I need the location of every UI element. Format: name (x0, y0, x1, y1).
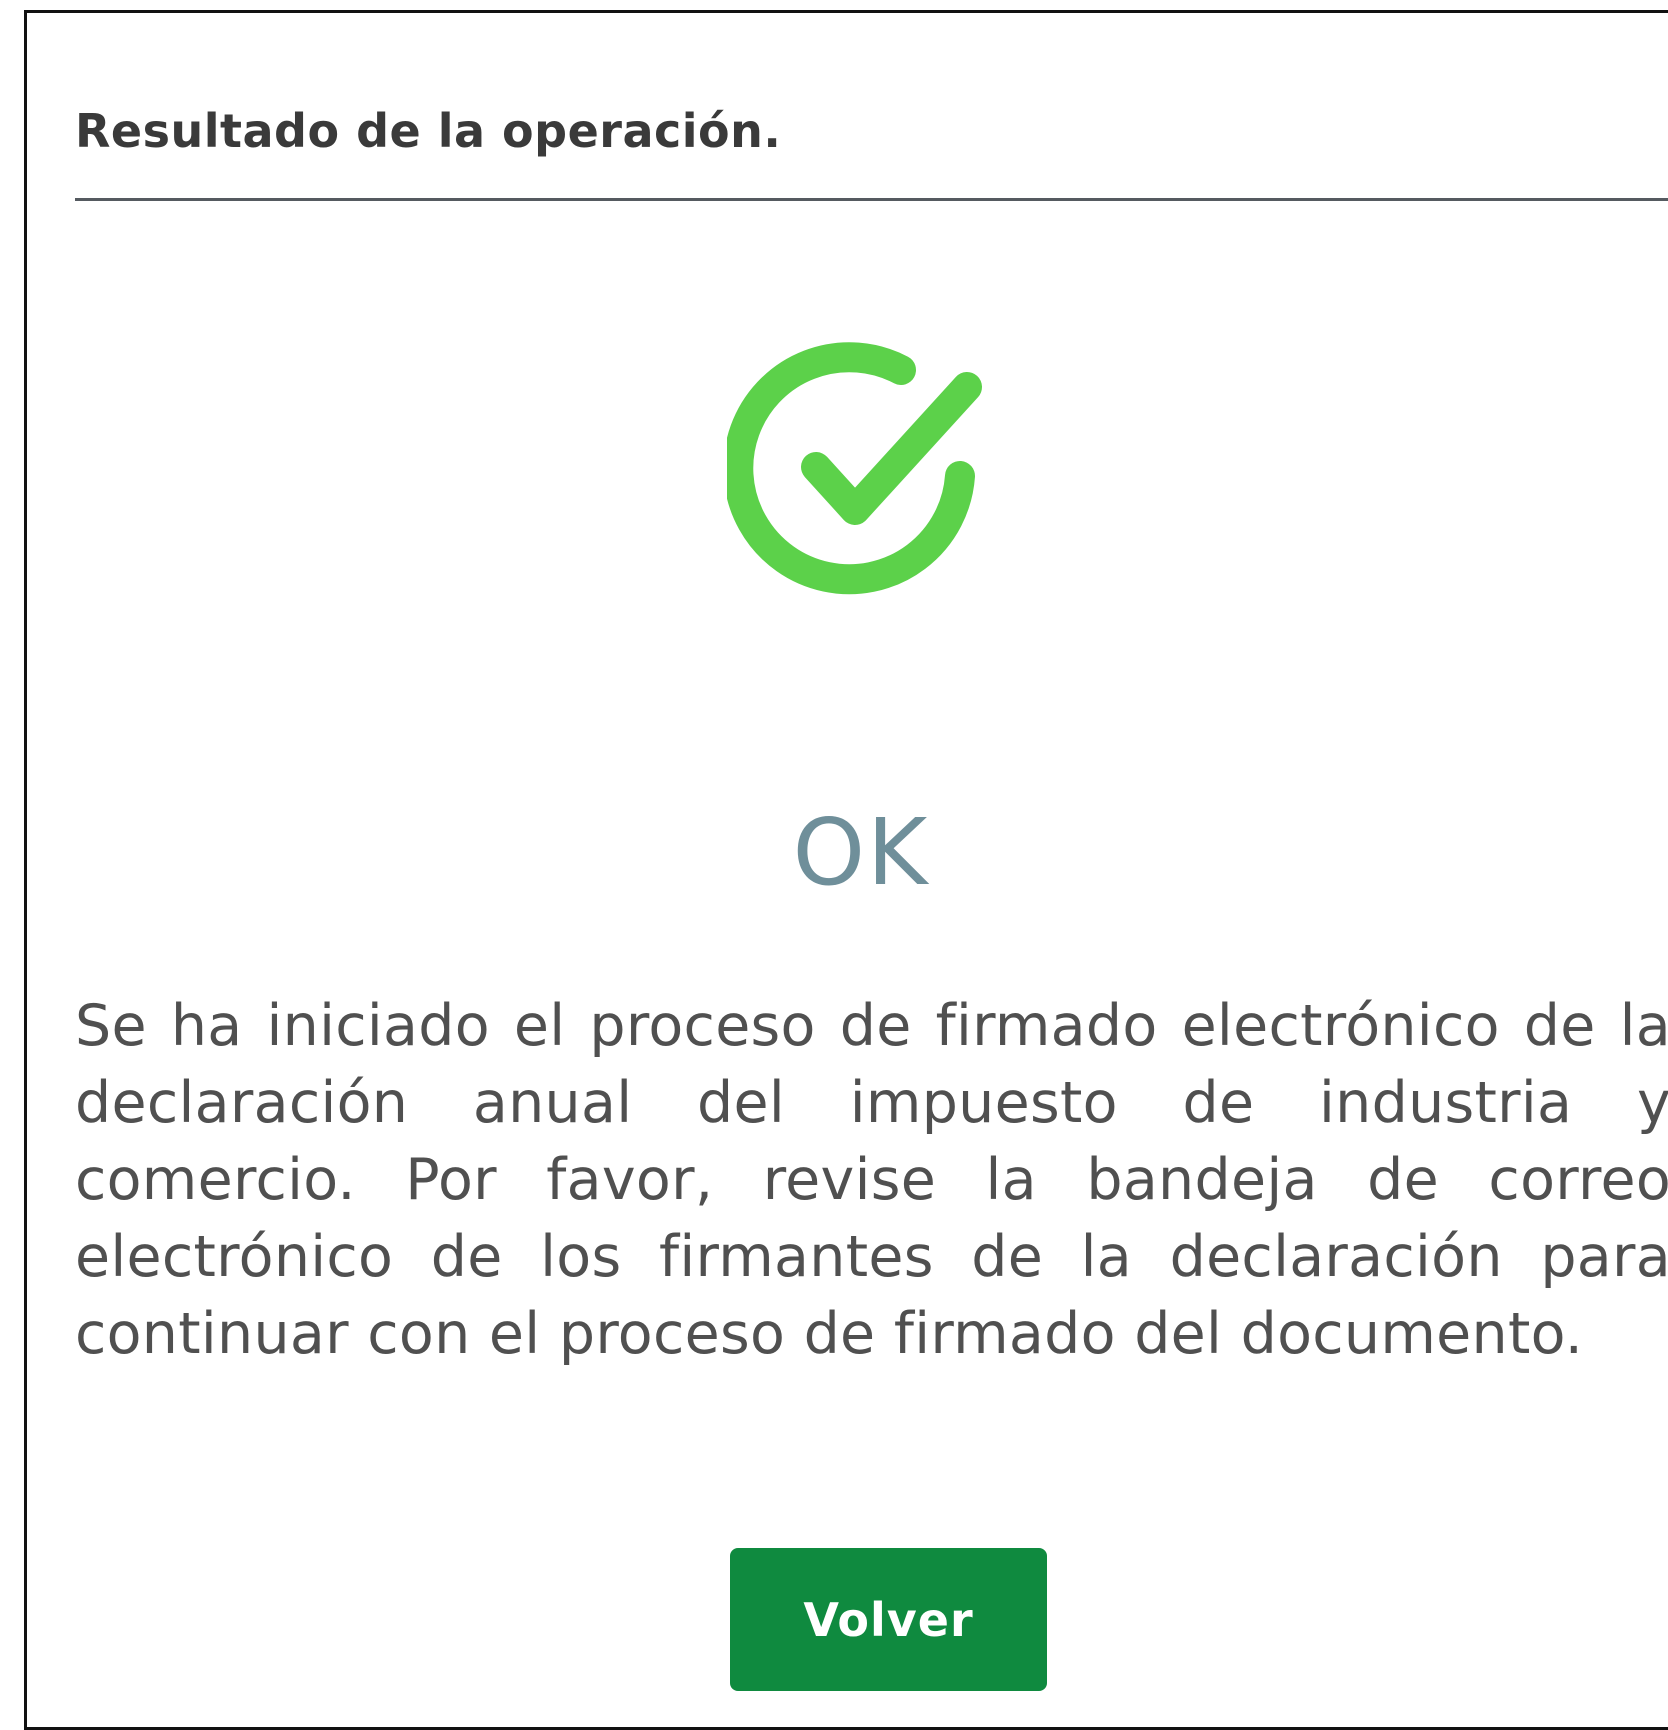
result-message: Se ha iniciado el proceso de firmado ele… (75, 993, 1668, 1367)
check-circle-icon (727, 338, 1047, 658)
operation-result-dialog: Resultado de la operación. OK Se ha inic… (24, 10, 1668, 1730)
dialog-title: Resultado de la operación. (75, 104, 782, 158)
title-divider (75, 198, 1668, 201)
status-text: OK (792, 799, 930, 906)
back-button[interactable]: Volver (730, 1548, 1047, 1691)
